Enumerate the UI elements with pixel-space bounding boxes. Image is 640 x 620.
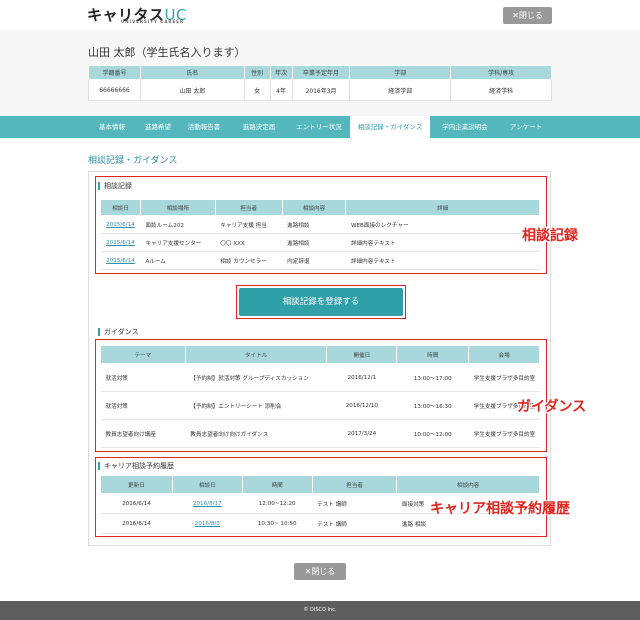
annotation-label-guidance: ガイダンス <box>517 399 587 415</box>
top-bar: キャリタスUC UNIVERSITY CAREER ✕閉じる <box>0 0 640 30</box>
annotation-box-guidance <box>95 339 547 452</box>
close-button-top[interactable]: ✕閉じる <box>503 7 552 24</box>
annotation-box-career <box>95 457 547 537</box>
cell: 66666666 <box>88 79 141 101</box>
tab-entry-status[interactable]: エントリー状況 <box>288 116 350 138</box>
nav-tabs: 基本情報 進路希望 活動報告書 進路決定届 エントリー状況 相談記録・ガイダンス… <box>0 116 640 139</box>
cell: 山田 太郎 <box>139 79 245 101</box>
tab-consult-guidance[interactable]: 相談記録・ガイダンス <box>350 116 430 139</box>
logo: キャリタスUC UNIVERSITY CAREER <box>87 4 187 25</box>
footer: © DISCO Inc. <box>0 601 640 620</box>
tab-decision-report[interactable]: 進路決定届 <box>230 116 288 138</box>
cell: 4年 <box>269 79 293 101</box>
tab-activity-report[interactable]: 活動報告書 <box>178 116 230 138</box>
col-header: 氏名 <box>139 65 245 80</box>
register-consult-button[interactable]: 相談記録を登録する <box>239 288 403 316</box>
annotation-box-consult <box>95 176 547 274</box>
col-header: 学部 <box>349 65 452 80</box>
annotation-label-career: キャリア相談予約履歴 <box>430 501 570 517</box>
col-header: 年次 <box>269 65 293 80</box>
student-name: 山田 太郎（学生氏名入ります） <box>88 46 246 59</box>
logo-sub: UNIVERSITY CAREER <box>121 19 185 24</box>
tab-company-session[interactable]: 学内企業説明会 <box>430 116 500 138</box>
tab-questionnaire[interactable]: アンケート <box>500 116 552 138</box>
cell: 2016年3月 <box>291 79 351 101</box>
page-title: 相談記録・ガイダンス <box>88 156 178 166</box>
cell: 経済学部 <box>349 79 452 101</box>
tab-basic-info[interactable]: 基本情報 <box>86 116 138 138</box>
col-header: 卒業予定年月 <box>291 65 351 80</box>
col-header: 学科/専攻 <box>450 65 552 80</box>
cell: 女 <box>243 79 271 101</box>
col-header: 性別 <box>243 65 271 80</box>
cell: 経済学科 <box>450 79 552 101</box>
col-header: 学籍番号 <box>88 65 141 80</box>
student-info-table: 学籍番号 氏名 性別 年次 卒業予定年月 学部 学科/専攻 66666666 山… <box>88 65 552 101</box>
annotation-label-consult: 相談記録 <box>522 228 578 244</box>
close-button-bottom[interactable]: ✕閉じる <box>294 563 346 580</box>
guidance-label: ガイダンス <box>98 328 139 336</box>
tab-career-hope[interactable]: 進路希望 <box>138 116 178 138</box>
